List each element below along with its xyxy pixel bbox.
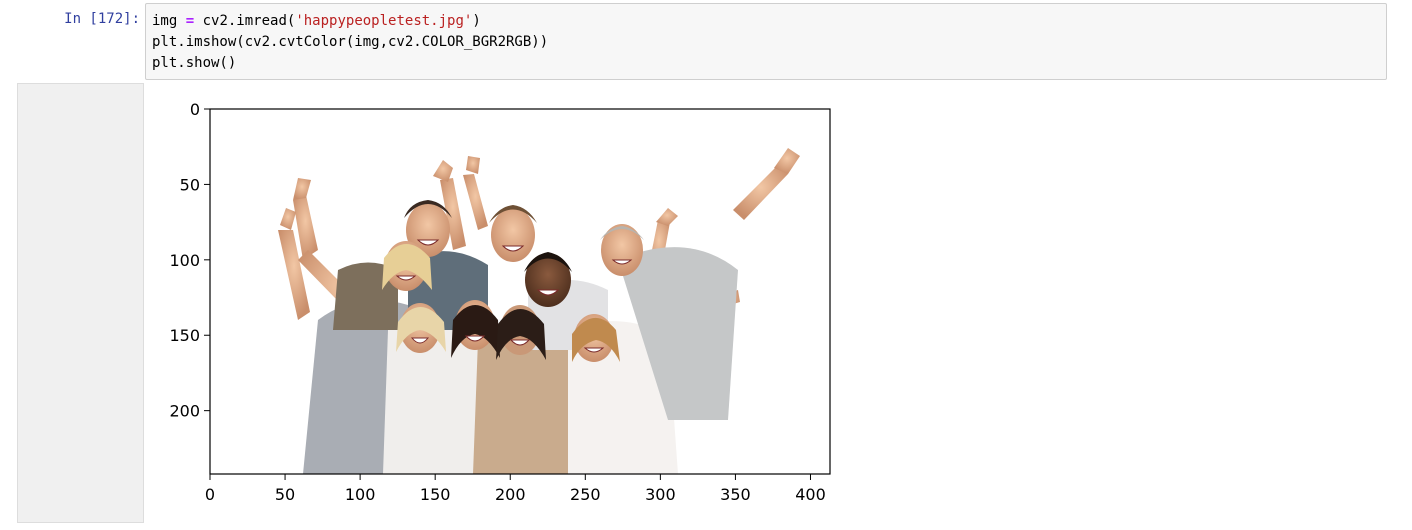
x-tick-label: 250: [570, 485, 601, 504]
code-token: plt.imshow(cv2.cvtColor(img,cv2.COLOR_BG…: [152, 34, 549, 50]
x-axis-ticks: 0 50 100 150 200 250 300 350 400: [205, 474, 826, 504]
x-tick-label: 0: [205, 485, 215, 504]
output-prompt-area: [17, 83, 144, 523]
code-token: ): [472, 13, 481, 29]
code-token: cv2.imread(: [194, 13, 296, 29]
y-tick-label: 200: [169, 402, 200, 421]
code-token: 'happypeopletest.jpg': [295, 13, 473, 29]
code-token: img: [152, 13, 186, 29]
y-axis-ticks: 0 50 100 150 200: [169, 100, 210, 421]
code-token: plt.show(): [152, 55, 237, 71]
x-tick-label: 300: [645, 485, 676, 504]
notebook-cell: In [172]: img = cv2.imread('happypeoplet…: [0, 0, 1412, 530]
y-tick-label: 50: [180, 175, 200, 194]
photo-image: [210, 109, 830, 474]
x-tick-label: 100: [345, 485, 376, 504]
code-token: =: [185, 13, 195, 29]
code-line: plt.imshow(cv2.cvtColor(img,cv2.COLOR_BG…: [152, 32, 1380, 53]
code-editor[interactable]: img = cv2.imread('happypeopletest.jpg') p…: [145, 3, 1387, 80]
code-line: plt.show(): [152, 53, 1380, 74]
y-tick-label: 150: [169, 326, 200, 345]
x-tick-label: 350: [720, 485, 751, 504]
y-tick-label: 0: [190, 100, 200, 119]
image-plot: 0 50 100 150 200 250 300 350 400 0 50 100 150 200: [169, 100, 831, 504]
x-tick-label: 150: [420, 485, 451, 504]
x-tick-label: 400: [795, 485, 826, 504]
x-tick-label: 200: [495, 485, 526, 504]
input-prompt: In [172]:: [64, 11, 140, 27]
x-tick-label: 50: [275, 485, 295, 504]
code-line: img = cv2.imread('happypeopletest.jpg'): [152, 11, 1380, 32]
y-tick-label: 100: [169, 251, 200, 270]
